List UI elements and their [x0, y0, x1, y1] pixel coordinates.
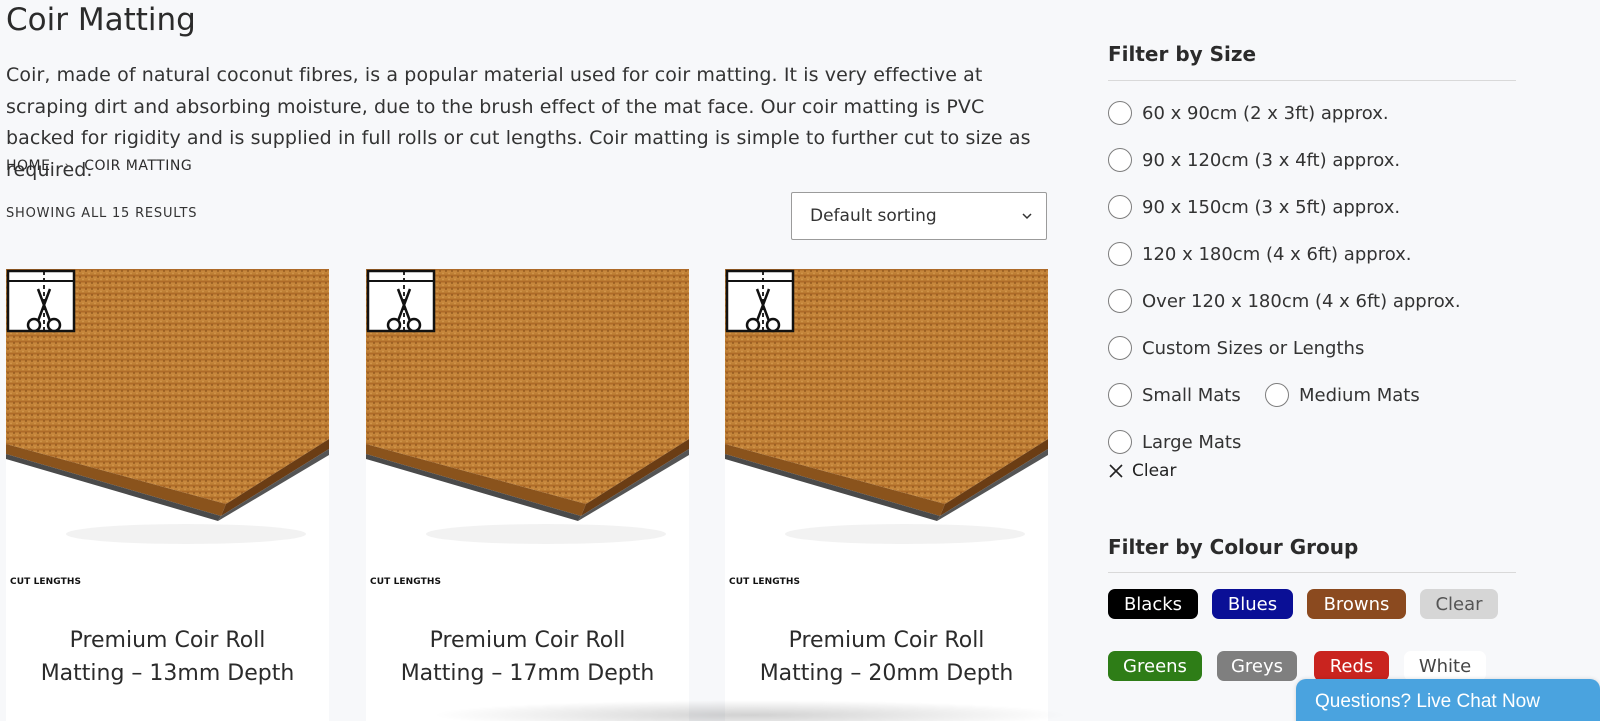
size-filter-option[interactable]: 90 x 150cm (3 x 5ft) approx. [1108, 195, 1400, 219]
clear-size-filter-link[interactable]: Clear [1108, 461, 1176, 481]
sort-select-value: Default sorting [810, 206, 937, 226]
size-filter-option[interactable]: 60 x 90cm (2 x 3ft) approx. [1108, 101, 1389, 125]
size-filter-label: Small Mats [1142, 384, 1241, 406]
cut-lengths-icon [725, 269, 795, 333]
sort-select[interactable]: Default sorting [791, 192, 1047, 240]
product-title[interactable]: Premium Coir Roll Matting – 20mm Depth [725, 624, 1048, 690]
size-filter-option[interactable]: 120 x 180cm (4 x 6ft) approx. [1108, 242, 1412, 266]
clear-label: Clear [1132, 461, 1177, 481]
product-card[interactable]: CUT LENGTHS Premium Coir Roll Matting – … [725, 269, 1048, 721]
size-filter-option[interactable]: Small Mats [1108, 383, 1241, 407]
colour-swatch-browns[interactable]: Browns [1307, 589, 1406, 619]
cut-lengths-icon [6, 269, 76, 333]
size-filter-label: Large Mats [1142, 431, 1242, 453]
size-filter-label: 60 x 90cm (2 x 3ft) approx. [1142, 102, 1389, 124]
radio-button[interactable] [1108, 336, 1132, 360]
colour-swatch-reds[interactable]: Reds [1314, 651, 1389, 681]
cut-lengths-label: CUT LENGTHS [729, 577, 801, 587]
radio-button[interactable] [1265, 383, 1289, 407]
cut-lengths-label: CUT LENGTHS [10, 577, 82, 587]
colour-swatch-greys[interactable]: Greys [1217, 651, 1297, 681]
page: Coir Matting Coir, made of natural cocon… [0, 0, 1600, 721]
product-title[interactable]: Premium Coir Roll Matting – 17mm Depth [366, 624, 689, 690]
size-filter-label: Over 120 x 180cm (4 x 6ft) approx. [1142, 290, 1461, 312]
live-chat-label: Questions? Live Chat Now [1315, 691, 1540, 712]
colour-swatch-blacks[interactable]: Blacks [1108, 589, 1198, 619]
product-title-line2: Matting – 13mm Depth [40, 661, 295, 686]
size-filter-option[interactable]: Large Mats [1108, 430, 1241, 454]
breadcrumb: HOME › COIR MATTING [6, 158, 192, 174]
product-title-line1: Premium Coir Roll [429, 628, 626, 653]
divider [1108, 572, 1516, 573]
bottom-shadow [430, 700, 1070, 721]
radio-button[interactable] [1108, 383, 1132, 407]
filter-size-title: Filter by Size [1108, 42, 1257, 66]
size-filter-label: 90 x 150cm (3 x 5ft) approx. [1142, 196, 1401, 218]
radio-button[interactable] [1108, 101, 1132, 125]
cut-lengths-icon [366, 269, 436, 333]
live-chat-button[interactable]: Questions? Live Chat Now [1296, 679, 1600, 721]
filter-colour-title: Filter by Colour Group [1108, 535, 1359, 559]
close-icon [1109, 464, 1123, 478]
chevron-down-icon [1022, 213, 1032, 220]
page-title: Coir Matting [6, 2, 196, 38]
product-title-line2: Matting – 20mm Depth [759, 661, 1014, 686]
colour-swatch-clear[interactable]: Clear [1420, 589, 1498, 619]
colour-swatch-white[interactable]: White [1404, 651, 1486, 681]
size-filter-option[interactable]: Custom Sizes or Lengths [1108, 336, 1364, 360]
product-title[interactable]: Premium Coir Roll Matting – 13mm Depth [6, 624, 329, 690]
result-count: SHOWING ALL 15 RESULTS [6, 206, 198, 221]
product-title-line1: Premium Coir Roll [788, 628, 985, 653]
radio-button[interactable] [1108, 289, 1132, 313]
size-filter-label: Custom Sizes or Lengths [1142, 337, 1365, 359]
cut-lengths-label: CUT LENGTHS [370, 577, 442, 587]
divider [1108, 80, 1516, 81]
breadcrumb-current: COIR MATTING [84, 158, 193, 174]
product-image[interactable]: CUT LENGTHS [6, 269, 329, 591]
size-filter-option[interactable]: 90 x 120cm (3 x 4ft) approx. [1108, 148, 1400, 172]
size-filter-label: 120 x 180cm (4 x 6ft) approx. [1142, 243, 1412, 265]
radio-button[interactable] [1108, 195, 1132, 219]
product-image[interactable]: CUT LENGTHS [725, 269, 1048, 591]
product-image[interactable]: CUT LENGTHS [366, 269, 689, 591]
size-filter-option[interactable]: Medium Mats [1265, 383, 1420, 407]
product-card[interactable]: CUT LENGTHS Premium Coir Roll Matting – … [366, 269, 689, 721]
radio-button[interactable] [1108, 430, 1132, 454]
colour-swatch-greens[interactable]: Greens [1108, 651, 1202, 681]
radio-button[interactable] [1108, 148, 1132, 172]
size-filter-label: 90 x 120cm (3 x 4ft) approx. [1142, 149, 1401, 171]
product-title-line1: Premium Coir Roll [69, 628, 266, 653]
size-filter-option[interactable]: Over 120 x 180cm (4 x 6ft) approx. [1108, 289, 1461, 313]
radio-button[interactable] [1108, 242, 1132, 266]
breadcrumb-separator-icon: › [64, 158, 71, 174]
colour-swatch-blues[interactable]: Blues [1212, 589, 1293, 619]
product-grid: CUT LENGTHS Premium Coir Roll Matting – … [6, 269, 1048, 721]
size-filter-label: Medium Mats [1299, 384, 1420, 406]
product-card[interactable]: CUT LENGTHS Premium Coir Roll Matting – … [6, 269, 329, 721]
breadcrumb-home-link[interactable]: HOME [6, 158, 50, 174]
product-title-line2: Matting – 17mm Depth [400, 661, 655, 686]
